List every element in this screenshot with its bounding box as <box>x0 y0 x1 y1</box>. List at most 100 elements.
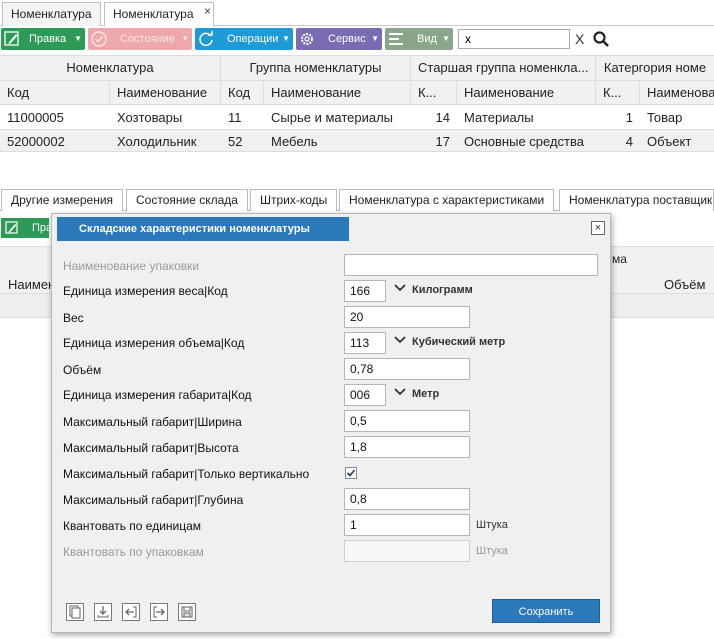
copy-icon[interactable] <box>66 603 84 621</box>
dialog-title: Складские характеристики номенклатуры <box>57 217 349 241</box>
edit-button-secondary[interactable]: Пра <box>1 218 52 238</box>
vertical-only-checkbox[interactable] <box>345 467 357 479</box>
operations-label: Операции <box>227 33 279 45</box>
tab-label: Номенклатура <box>113 7 194 21</box>
volume-label: Объём <box>63 363 102 377</box>
dropdown-arrow-icon: ▼ <box>442 34 450 43</box>
column-header[interactable]: Код <box>221 81 264 104</box>
service-label: Сервис <box>328 33 366 45</box>
column-header[interactable]: Наименование <box>110 81 221 104</box>
chevron-down-icon[interactable] <box>393 385 407 402</box>
export-icon[interactable] <box>150 603 168 621</box>
cell-senior-code: 17 <box>435 134 450 149</box>
tab-supplier-nomenclature[interactable]: Номенклатура поставщик <box>559 189 714 211</box>
column-header[interactable]: Наименование <box>264 81 411 104</box>
search-icon[interactable] <box>592 30 610 48</box>
dropdown-arrow-icon: ▼ <box>74 34 82 43</box>
tab-warehouse-state[interactable]: Состояние склада <box>126 189 248 211</box>
tab-label: Номенклатура <box>11 7 92 21</box>
import-icon[interactable] <box>122 603 140 621</box>
vertical-only-label: Максимальный габарит|Только вертикально <box>63 467 310 481</box>
group-header-row: Номенклатура Группа номенклатуры Старшая… <box>0 55 714 81</box>
cell-senior-name: Основные средства <box>464 134 584 149</box>
volume-unit-name: Кубический метр <box>412 336 506 348</box>
column-header[interactable]: Наименова <box>640 81 714 104</box>
edit-button[interactable]: Правка ▼ <box>1 28 85 50</box>
column-header: ма <box>612 252 627 266</box>
dropdown-arrow-icon: ▼ <box>371 34 379 43</box>
quant-units-unit: Штука <box>476 519 508 531</box>
dimension-unit-label: Единица измерения габарита|Код <box>63 388 252 402</box>
cell-name: Хозтовары <box>117 110 183 125</box>
max-width-input[interactable] <box>344 410 470 432</box>
quant-packs-unit: Штука <box>476 545 508 557</box>
view-button[interactable]: Вид ▼ <box>385 28 453 50</box>
save-button[interactable]: Сохранить <box>492 599 600 623</box>
weight-unit-label: Единица измерения веса|Код <box>63 284 228 298</box>
weight-unit-input[interactable] <box>344 280 386 302</box>
column-header[interactable]: К... <box>596 81 640 104</box>
max-height-input[interactable] <box>344 436 470 458</box>
operations-button[interactable]: Операции ▼ <box>195 28 293 50</box>
group-header: Старшая группа номенкла... <box>411 56 596 80</box>
max-height-label: Максимальный габарит|Высота <box>63 441 239 455</box>
volume-unit-label: Единица измерения объема|Код <box>63 336 245 350</box>
check-circle-icon <box>88 28 110 50</box>
cell-group-code: 11 <box>228 110 242 125</box>
service-button[interactable]: Сервис ▼ <box>296 28 382 50</box>
list-icon <box>385 28 407 50</box>
tab-other-dimensions[interactable]: Другие измерения <box>1 189 124 211</box>
chevron-down-icon[interactable] <box>393 281 407 298</box>
max-depth-label: Максимальный габарит|Глубина <box>63 493 244 507</box>
cell-category-name: Объект <box>647 134 692 149</box>
close-icon[interactable]: × <box>204 0 211 22</box>
table-row[interactable]: 52000002 Холодильник 52 Мебель 17 Основн… <box>0 129 714 152</box>
volume-unit-input[interactable] <box>344 332 386 354</box>
quant-units-input[interactable] <box>344 514 470 536</box>
view-label: Вид <box>417 33 437 45</box>
cell-code: 52000002 <box>7 134 65 149</box>
dropdown-arrow-icon: ▼ <box>181 34 189 43</box>
pack-name-label: Наименование упаковки <box>63 259 200 273</box>
column-header: Наимен <box>8 277 56 292</box>
chevron-down-icon[interactable] <box>393 333 407 350</box>
tab-nomenclature-2[interactable]: Номенклатура × <box>104 2 214 27</box>
cell-group-name: Мебель <box>271 134 318 149</box>
pencil-icon <box>4 220 20 243</box>
save-disk-icon[interactable] <box>178 603 196 621</box>
group-header: Группа номенклатуры <box>221 56 411 80</box>
max-width-label: Максимальный габарит|Ширина <box>63 415 242 429</box>
quant-packs-input[interactable] <box>344 540 470 562</box>
group-header: Катергория номе <box>603 60 707 75</box>
column-header[interactable]: Код <box>0 81 110 104</box>
tab-nomenclature-characteristics[interactable]: Номенклатура с характеристиками <box>339 189 555 211</box>
weight-input[interactable] <box>344 306 470 328</box>
close-icon[interactable]: × <box>591 221 605 235</box>
cell-category-name: Товар <box>647 110 683 125</box>
top-tab-bar: Номенклатура Номенклатура × <box>0 0 714 27</box>
search-input[interactable] <box>458 29 570 49</box>
warehouse-characteristics-dialog: Складские характеристики номенклатуры × … <box>51 213 611 633</box>
clear-search-button[interactable]: X <box>575 31 584 47</box>
table-row[interactable]: 11000005 Хозтовары 11 Сырье и материалы … <box>0 106 714 129</box>
gear-icon <box>296 28 318 50</box>
state-button[interactable]: Состояние ▼ <box>88 28 192 50</box>
dropdown-arrow-icon: ▼ <box>282 34 290 43</box>
cell-category-code: 4 <box>625 134 633 149</box>
column-header[interactable]: Наименование <box>457 81 596 104</box>
tab-nomenclature-1[interactable]: Номенклатура <box>2 2 101 26</box>
dimension-unit-input[interactable] <box>344 384 386 406</box>
volume-input[interactable] <box>344 358 470 380</box>
quant-units-label: Квантовать по единицам <box>63 519 202 533</box>
column-header[interactable]: К... <box>411 81 457 104</box>
pencil-icon <box>1 28 23 50</box>
weight-unit-name: Килограмм <box>412 284 473 296</box>
cell-group-code: 52 <box>228 134 243 149</box>
edit-label: Правка <box>29 33 67 45</box>
max-depth-input[interactable] <box>344 488 470 510</box>
download-icon[interactable] <box>94 603 112 621</box>
tab-barcodes[interactable]: Штрих-коды <box>250 189 338 211</box>
quant-packs-label: Квантовать по упаковкам <box>63 545 204 559</box>
pack-name-input[interactable] <box>344 254 598 276</box>
detail-tab-bar: Другие измерения Состояние склада Штрих-… <box>0 189 714 211</box>
